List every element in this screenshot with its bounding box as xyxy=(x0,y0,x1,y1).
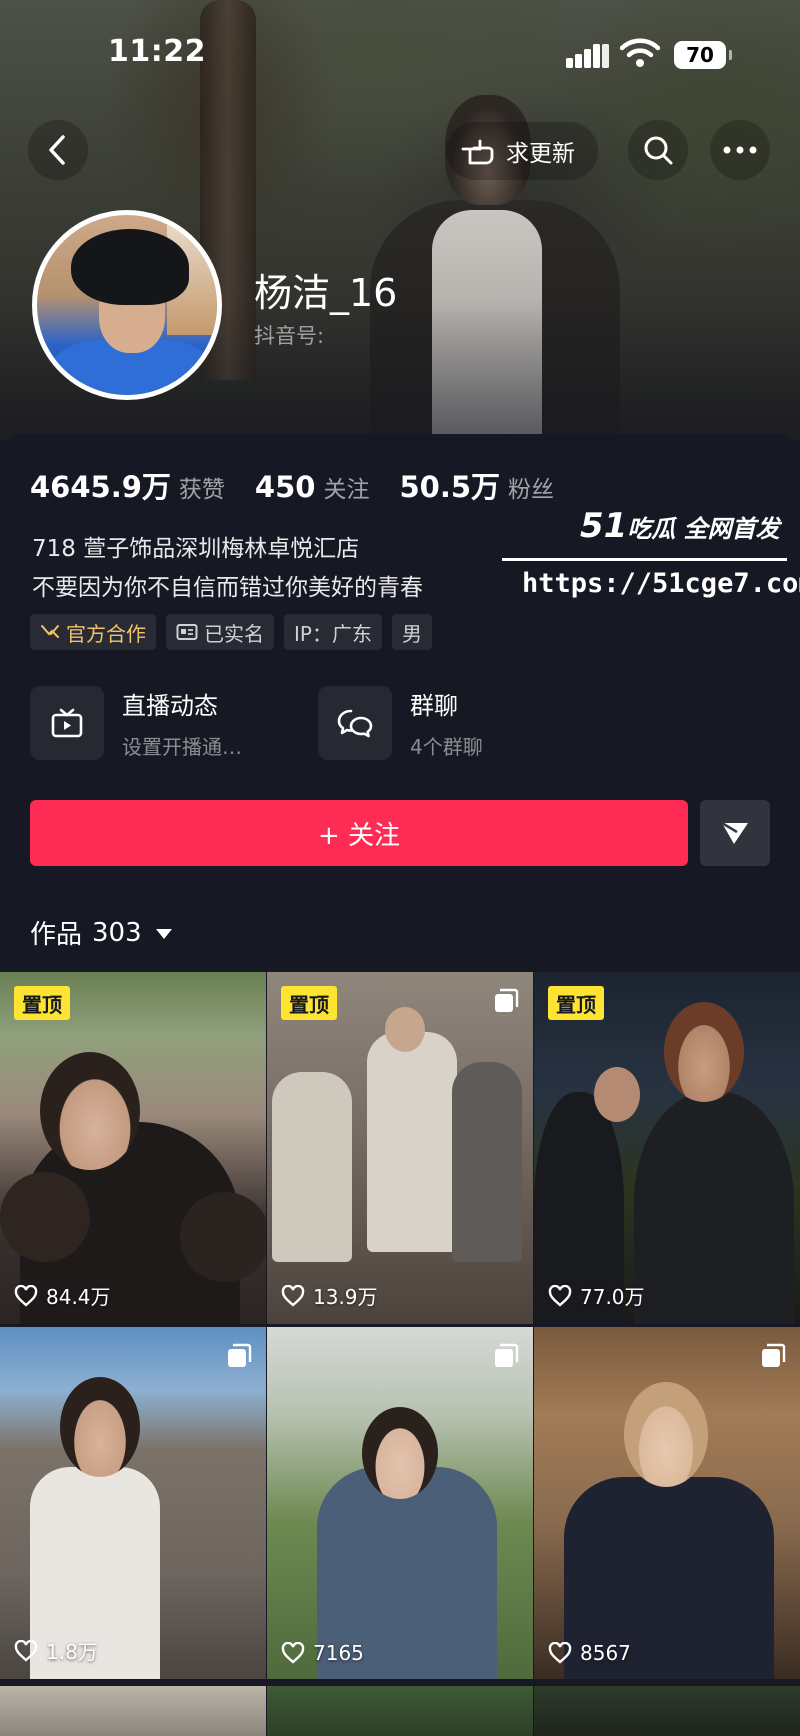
works-tab[interactable]: 作品 303 xyxy=(30,914,172,951)
stat-label: 粉丝 xyxy=(508,477,555,503)
stat-likes[interactable]: 4645.9万 获赞 xyxy=(30,464,225,506)
tag-label: 男 xyxy=(401,621,422,646)
id-card-icon xyxy=(176,624,198,640)
pinned-badge: 置顶 xyxy=(14,986,70,1020)
likes-count: 8567 xyxy=(548,1641,631,1665)
wifi-icon xyxy=(620,38,660,67)
tag-ip-location: IP：广东 xyxy=(284,614,382,650)
send-arrow-icon xyxy=(721,821,748,844)
watermark-slogan: 吃瓜 全网首发 xyxy=(627,515,780,543)
chat-bubbles-icon xyxy=(318,686,392,760)
video-tile-partial[interactable] xyxy=(267,1686,533,1736)
watermark-divider xyxy=(502,558,787,561)
status-time: 11:22 xyxy=(108,34,206,69)
watermark-brand: 51吃瓜 全网首发 xyxy=(580,506,780,546)
video-tile[interactable]: 1.8万 xyxy=(0,1327,266,1679)
more-button[interactable] xyxy=(710,120,770,180)
stat-value: 4645.9万 xyxy=(30,470,171,504)
watermark-url: https://51cge7.com xyxy=(522,568,800,599)
multi-image-icon xyxy=(495,988,519,1012)
likes-value: 8567 xyxy=(580,1641,631,1665)
hand-pointing-icon xyxy=(461,139,494,165)
username: 杨洁_16 xyxy=(254,271,398,315)
likes-value: 1.8万 xyxy=(46,1640,98,1664)
live-updates-entry[interactable]: 直播动态 设置开播通… xyxy=(30,686,242,760)
signal-icon xyxy=(566,42,610,68)
video-tile[interactable]: 置顶 84.4万 xyxy=(0,972,266,1324)
back-button[interactable] xyxy=(28,120,88,180)
stat-label: 关注 xyxy=(323,477,370,503)
tag-gender: 男 xyxy=(391,614,432,650)
pinned-badge: 置顶 xyxy=(548,986,604,1020)
request-update-button[interactable]: 求更新 xyxy=(446,122,598,180)
heart-icon xyxy=(548,1642,572,1664)
request-update-label: 求更新 xyxy=(506,141,575,167)
video-tile[interactable]: 置顶 77.0万 xyxy=(534,972,800,1324)
tag-verified[interactable]: 已实名 xyxy=(166,614,274,650)
stat-value: 450 xyxy=(254,470,316,504)
heart-icon xyxy=(281,1642,305,1664)
multi-image-icon xyxy=(762,1343,786,1367)
likes-value: 84.4万 xyxy=(46,1285,111,1309)
likes-count: 1.8万 xyxy=(14,1636,98,1665)
tag-label: 官方合作 xyxy=(66,621,146,646)
status-bar: 11:22 70 xyxy=(0,0,800,100)
tv-icon xyxy=(30,686,104,760)
live-updates-subtitle: 设置开播通… xyxy=(122,735,242,759)
likes-count: 84.4万 xyxy=(14,1281,111,1310)
video-grid: 置顶 84.4万 置顶 13.9万 置顶 77.0万 1.8万 7165 856… xyxy=(0,972,800,1679)
video-grid-next-row xyxy=(0,1686,800,1736)
likes-value: 13.9万 xyxy=(313,1285,378,1309)
bio: 718 萱子饰品深圳梅林卓悦汇店 不要因为你不自信而错过你美好的青春 xyxy=(32,530,423,608)
search-button[interactable] xyxy=(628,120,688,180)
video-tile[interactable]: 8567 xyxy=(534,1327,800,1679)
handshake-icon xyxy=(41,625,59,638)
avatar[interactable] xyxy=(32,210,222,400)
likes-count: 13.9万 xyxy=(281,1281,378,1310)
multi-image-icon xyxy=(228,1343,252,1367)
pinned-badge: 置顶 xyxy=(281,986,337,1020)
stat-following[interactable]: 450 关注 xyxy=(255,470,370,504)
tag-label: 已实名 xyxy=(204,621,264,646)
multi-image-icon xyxy=(495,1343,519,1367)
watermark: 51吃瓜 全网首发 https://51cge7.com xyxy=(500,506,800,616)
video-tile-partial[interactable] xyxy=(534,1686,800,1736)
battery-icon: 70 xyxy=(674,41,732,69)
more-dots-icon xyxy=(723,146,757,154)
likes-count: 77.0万 xyxy=(548,1281,645,1310)
likes-value: 7165 xyxy=(313,1641,364,1665)
heart-icon xyxy=(14,1639,38,1662)
group-chat-subtitle: 4个群聊 xyxy=(410,735,483,759)
group-chat-title: 群聊 xyxy=(410,692,458,720)
chevron-left-icon xyxy=(49,135,65,165)
works-count: 303 xyxy=(92,917,142,948)
heart-icon xyxy=(14,1284,38,1307)
video-tile[interactable]: 7165 xyxy=(267,1327,533,1679)
stat-value: 50.5万 xyxy=(399,470,501,504)
search-icon xyxy=(644,136,673,165)
likes-count: 7165 xyxy=(281,1641,364,1665)
video-tile-partial[interactable] xyxy=(0,1686,266,1736)
likes-value: 77.0万 xyxy=(580,1285,645,1309)
caret-down-icon xyxy=(155,928,172,939)
douyin-id[interactable]: 抖音号: xyxy=(254,320,324,350)
group-chat-entry[interactable]: 群聊 4个群聊 xyxy=(318,686,483,760)
tag-official-partner[interactable]: 官方合作 xyxy=(30,614,156,650)
heart-icon xyxy=(548,1284,572,1307)
bio-line: 不要因为你不自信而错过你美好的青春 xyxy=(32,575,423,601)
profile-stats: 4645.9万 获赞 450 关注 50.5万 粉丝 xyxy=(30,464,554,506)
profile-tags: 官方合作 已实名 IP：广东 男 xyxy=(30,614,432,650)
bio-line: 718 萱子饰品深圳梅林卓悦汇店 xyxy=(32,536,360,562)
stat-label: 获赞 xyxy=(178,477,225,503)
share-button[interactable] xyxy=(700,800,770,866)
watermark-brand-number: 51 xyxy=(580,506,628,546)
stat-followers[interactable]: 50.5万 粉丝 xyxy=(399,464,554,506)
works-tab-label: 作品 xyxy=(30,920,83,950)
follow-button[interactable]: + 关注 xyxy=(30,800,688,866)
live-updates-title: 直播动态 xyxy=(122,692,218,720)
video-tile[interactable]: 置顶 13.9万 xyxy=(267,972,533,1324)
tag-label: IP：广东 xyxy=(294,621,372,646)
heart-icon xyxy=(281,1284,305,1307)
